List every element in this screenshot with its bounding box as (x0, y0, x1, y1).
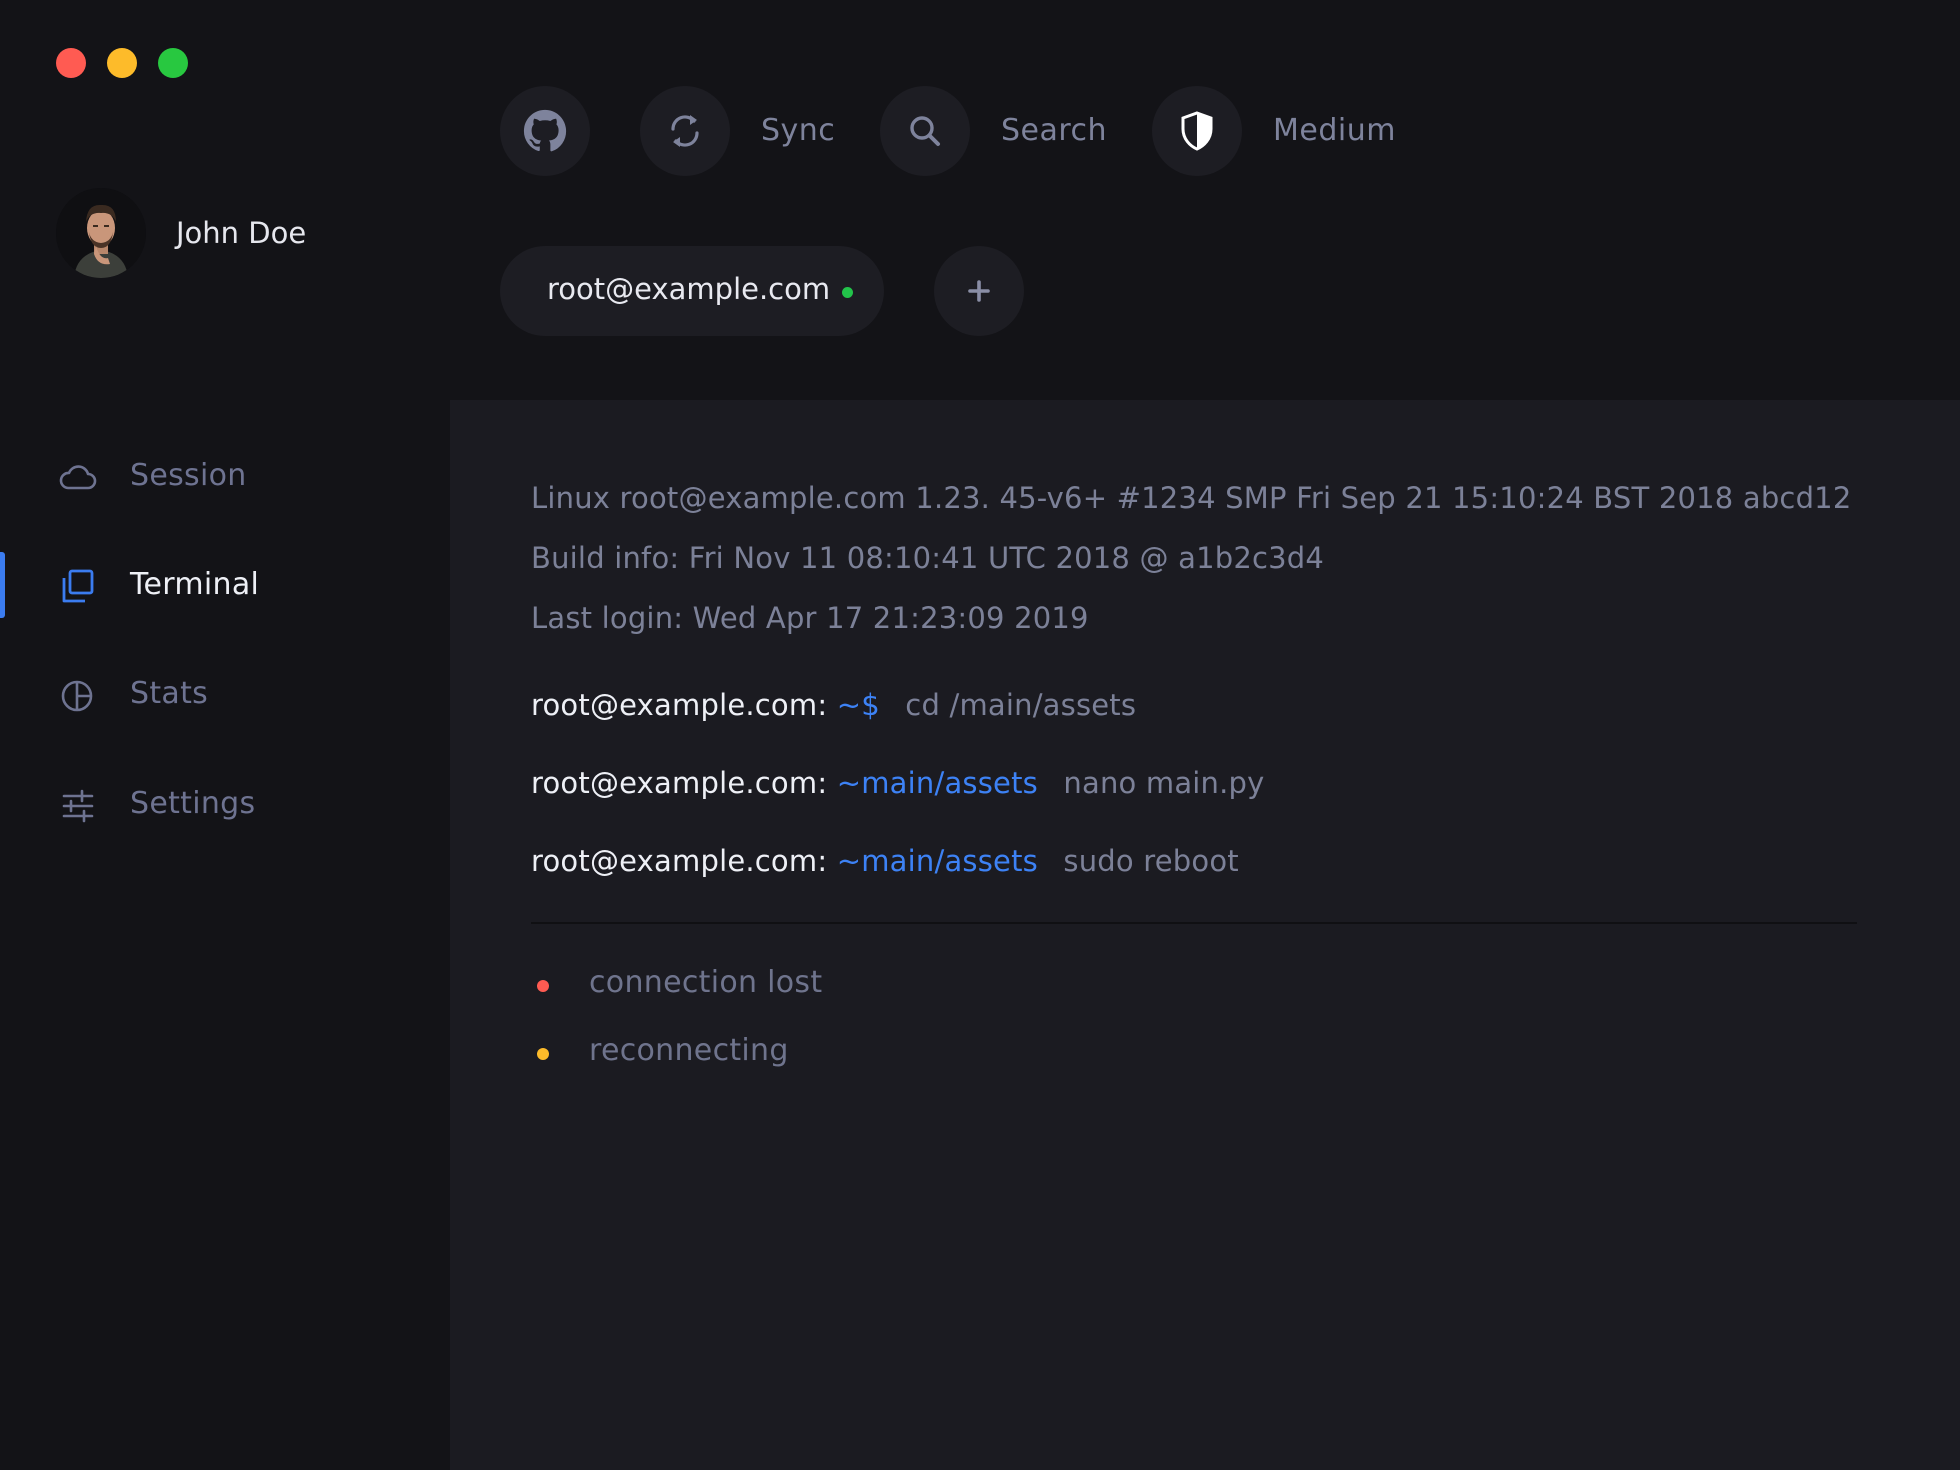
system-info-line: Linux root@example.com 1.23. 45-v6+ #123… (531, 481, 1852, 515)
window-maximize-button[interactable] (158, 48, 188, 78)
search-button[interactable] (880, 86, 970, 176)
warning-status-dot (537, 1048, 549, 1060)
pie-chart-icon (61, 680, 93, 712)
security-level-label[interactable]: Medium (1273, 113, 1396, 148)
tab-host-label: root@example.com (547, 272, 831, 306)
terminal-window-icon (62, 569, 94, 603)
sidebar-item-label: Session (130, 458, 247, 493)
sidebar-item-label: Terminal (130, 567, 260, 602)
search-icon (910, 116, 940, 146)
prompt-host: root@example.com: (531, 844, 828, 878)
security-level-button[interactable] (1152, 86, 1242, 176)
sliders-icon (62, 789, 94, 823)
user-portrait-icon (56, 188, 146, 278)
window-close-button[interactable] (56, 48, 86, 78)
error-status-dot (537, 980, 549, 992)
terminal-panel[interactable]: Linux root@example.com 1.23. 45-v6+ #123… (450, 400, 1960, 1470)
sync-label[interactable]: Sync (761, 113, 835, 148)
window-minimize-button[interactable] (107, 48, 137, 78)
shield-icon (1181, 111, 1213, 151)
sidebar-item-label: Stats (130, 676, 209, 711)
command-text: nano main.py (1063, 766, 1265, 800)
avatar[interactable] (56, 188, 146, 278)
divider (531, 922, 1857, 924)
search-label[interactable]: Search (1001, 113, 1107, 148)
prompt-path: ~main/assets (836, 844, 1038, 878)
sidebar-item-label: Settings (130, 786, 256, 821)
prompt-path: ~main/assets (836, 766, 1038, 800)
cloud-icon (59, 465, 97, 490)
sidebar-item-settings[interactable]: Settings (0, 764, 420, 844)
status-text: reconnecting (589, 1033, 789, 1068)
github-button[interactable] (500, 86, 590, 176)
connection-status-dot (842, 287, 853, 298)
plus-icon (968, 280, 990, 302)
prompt-host: root@example.com: (531, 766, 828, 800)
tab-host[interactable]: root@example.com (500, 246, 884, 336)
prompt-path: ~$ (836, 688, 880, 722)
sidebar-item-terminal[interactable]: Terminal (0, 545, 420, 625)
sync-button[interactable] (640, 86, 730, 176)
command-line[interactable]: root@example.com: ~main/assets sudo rebo… (531, 844, 1239, 878)
sidebar-item-session[interactable]: Session (0, 436, 420, 516)
sidebar-item-stats[interactable]: Stats (0, 654, 420, 734)
command-text: cd /main/assets (905, 688, 1137, 722)
sync-icon (671, 115, 699, 147)
command-text: sudo reboot (1063, 844, 1239, 878)
github-icon (523, 109, 567, 152)
command-line[interactable]: root@example.com: ~main/assets nano main… (531, 766, 1265, 800)
last-login-line: Last login: Wed Apr 17 21:23:09 2019 (531, 601, 1089, 635)
command-line[interactable]: root@example.com: ~$ cd /main/assets (531, 688, 1136, 722)
user-name: John Doe (176, 216, 307, 250)
prompt-host: root@example.com: (531, 688, 828, 722)
add-tab-button[interactable] (934, 246, 1024, 336)
build-info-line: Build info: Fri Nov 11 08:10:41 UTC 2018… (531, 541, 1325, 575)
status-text: connection lost (589, 965, 823, 1000)
